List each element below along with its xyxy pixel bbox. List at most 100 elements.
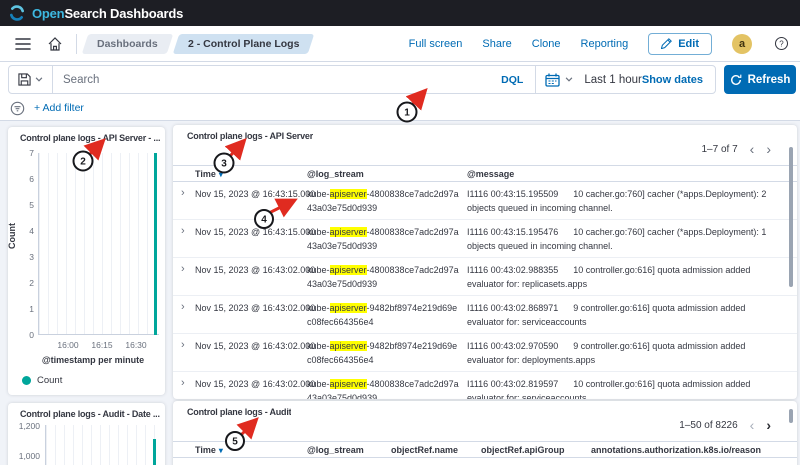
- previous-page-icon[interactable]: ‹: [750, 418, 755, 432]
- share-link[interactable]: Share: [482, 38, 511, 50]
- x-tick: 16:30: [119, 340, 153, 350]
- reporting-link[interactable]: Reporting: [581, 38, 629, 50]
- expand-row-icon[interactable]: ›: [181, 263, 191, 276]
- expand-row-icon[interactable]: ›: [181, 187, 191, 200]
- panel-title: Control plane logs - API Server - ...: [20, 133, 160, 143]
- y-tick: 6: [8, 174, 34, 184]
- column-header-reason[interactable]: annotations.authorization.k8s.io/reason: [591, 445, 797, 455]
- app-title-secondary: Search Dashboards: [64, 6, 183, 21]
- date-picker-quick-select-button[interactable]: [536, 66, 582, 93]
- column-header-label: Time: [195, 169, 216, 179]
- cell-log-stream: kube-apiserver-9482bf8974e219d69ec08fec6…: [307, 339, 459, 367]
- cell-message: I1116 00:43:15.195509 10 cacher.go:760] …: [467, 187, 797, 215]
- add-filter-button[interactable]: + Add filter: [34, 102, 84, 114]
- avatar[interactable]: a: [732, 34, 752, 54]
- y-tick: 0: [8, 330, 34, 340]
- stream-pre: kube-: [307, 227, 330, 237]
- highlight-apiserver: apiserver: [330, 303, 367, 313]
- cell-log-stream: kube-apiserver-4800838ce7adc2d97a43a03e7…: [307, 263, 459, 291]
- edit-button[interactable]: Edit: [648, 33, 712, 55]
- column-header-message[interactable]: @message: [467, 169, 797, 179]
- table-row: › Nov 15, 2023 @ 16:43:15.000 kube-apise…: [173, 182, 797, 220]
- cell-log-stream: kube-apiserver-9482bf8974e219d69ec08fec6…: [307, 301, 459, 329]
- column-header-objectref-name[interactable]: objectRef.name: [391, 445, 473, 455]
- next-page-icon[interactable]: ›: [766, 142, 771, 156]
- cell-time: Nov 15, 2023 @ 16:43:15.000: [195, 187, 307, 201]
- query-bar: DQL Last 1 hour Show dates Refresh: [0, 62, 800, 96]
- previous-page-icon[interactable]: ‹: [750, 142, 755, 156]
- legend-count[interactable]: Count: [22, 375, 62, 386]
- chart-plot-area: [45, 425, 159, 465]
- vertical-scrollbar[interactable]: [789, 409, 793, 423]
- panel-audit-chart: Control plane logs - Audit - Date ... 1,…: [8, 403, 165, 465]
- expand-row-icon[interactable]: ›: [181, 377, 191, 390]
- search-control: DQL Last 1 hour Show dates: [8, 65, 716, 94]
- breadcrumb-current-dashboard: 2 - Control Plane Logs: [172, 34, 314, 54]
- column-header-objectref-apigroup[interactable]: objectRef.apiGroup: [481, 445, 581, 455]
- column-header-log-stream[interactable]: @log_stream: [307, 169, 459, 179]
- highlight-apiserver: apiserver: [330, 189, 367, 199]
- filter-icon[interactable]: [10, 101, 25, 116]
- page-count: 1–50 of 8226: [679, 420, 737, 431]
- table-row: › Nov 15, 2023 @ 16:43:02.000 kube-apise…: [173, 334, 797, 372]
- expand-row-icon[interactable]: ›: [181, 301, 191, 314]
- help-icon[interactable]: ?: [772, 31, 790, 57]
- navbar: Dashboards 2 - Control Plane Logs Full s…: [0, 26, 800, 62]
- chart-plot-area: [38, 153, 159, 335]
- cell-message: I1116 00:43:02.970590 9 controller.go:61…: [467, 339, 797, 367]
- panel-api-server-chart: Control plane logs - API Server - ... Co…: [8, 127, 165, 395]
- column-header-log-stream[interactable]: @log_stream: [307, 445, 383, 455]
- page-count: 1–7 of 7: [702, 144, 738, 155]
- expand-row-icon[interactable]: ›: [181, 225, 191, 238]
- cell-message: I1116 00:43:15.195476 10 cacher.go:760] …: [467, 225, 797, 253]
- pagination: 1–7 of 7 ‹ ›: [702, 142, 772, 156]
- home-icon[interactable]: [42, 31, 68, 57]
- panel-title: Control plane logs - API Server: [187, 131, 313, 141]
- table-row: › Nov 15, 2023 @ 16:43:02.000 kube-apise…: [173, 372, 797, 399]
- cell-time: Nov 15, 2023 @ 16:43:02.000: [195, 263, 307, 277]
- calendar-icon: [545, 73, 560, 87]
- highlight-apiserver: apiserver: [330, 227, 367, 237]
- table-row: › Nov 15, 2023 @ 16:43:15.000 kube-apise…: [173, 220, 797, 258]
- time-range-value[interactable]: Last 1 hour: [584, 74, 642, 86]
- cell-time: Nov 15, 2023 @ 16:43:15.000: [195, 225, 307, 239]
- panel-audit-table: Control plane logs - Audit 1–50 of 8226 …: [173, 401, 797, 465]
- legend-label: Count: [37, 375, 62, 386]
- stream-pre: kube-: [307, 303, 330, 313]
- show-dates-button[interactable]: Show dates: [642, 74, 715, 86]
- expand-row-icon[interactable]: ›: [181, 339, 191, 352]
- y-tick: 7: [8, 148, 34, 158]
- y-tick: 1: [8, 304, 34, 314]
- vertical-scrollbar[interactable]: [789, 147, 793, 287]
- cell-message: I1116 00:43:02.988355 10 controller.go:6…: [467, 263, 797, 291]
- refresh-button[interactable]: Refresh: [724, 65, 796, 94]
- breadcrumb-dashboards[interactable]: Dashboards: [82, 34, 173, 54]
- breadcrumb-label: Dashboards: [97, 38, 158, 50]
- legend-dot-icon: [22, 376, 31, 385]
- cell-time: Nov 15, 2023 @ 16:43:02.000: [195, 301, 307, 315]
- table-header: Time▾ @log_stream objectRef.name objectR…: [173, 441, 797, 458]
- stream-pre: kube-: [307, 341, 330, 351]
- clone-link[interactable]: Clone: [532, 38, 561, 50]
- column-header-time[interactable]: Time▾: [195, 169, 307, 179]
- y-tick: 3: [8, 252, 34, 262]
- sort-desc-icon: ▾: [219, 170, 223, 179]
- y-tick: 1,200: [10, 421, 40, 431]
- stream-pre: kube-: [307, 265, 330, 275]
- dashboard-content: Control plane logs - API Server - ... Co…: [0, 121, 800, 465]
- app-title-primary: Open: [32, 6, 64, 21]
- dql-button[interactable]: DQL: [489, 74, 535, 86]
- menu-hamburger-icon[interactable]: [10, 31, 36, 57]
- pencil-icon: [661, 38, 672, 49]
- next-page-icon[interactable]: ›: [766, 418, 771, 432]
- stream-pre: kube-: [307, 379, 330, 389]
- panel-title: Control plane logs - Audit: [187, 407, 291, 417]
- saved-query-menu-button[interactable]: [9, 66, 53, 93]
- filter-bar: + Add filter: [0, 96, 800, 121]
- search-input[interactable]: [53, 74, 489, 86]
- full-screen-link[interactable]: Full screen: [409, 38, 463, 50]
- column-header-time[interactable]: Time▾: [195, 445, 307, 455]
- top-brand-bar: OpenSearch Dashboards: [0, 0, 800, 26]
- cell-log-stream: kube-apiserver-4800838ce7adc2d97a43a03e7…: [307, 225, 459, 253]
- panel-title: Control plane logs - Audit - Date ...: [20, 409, 160, 419]
